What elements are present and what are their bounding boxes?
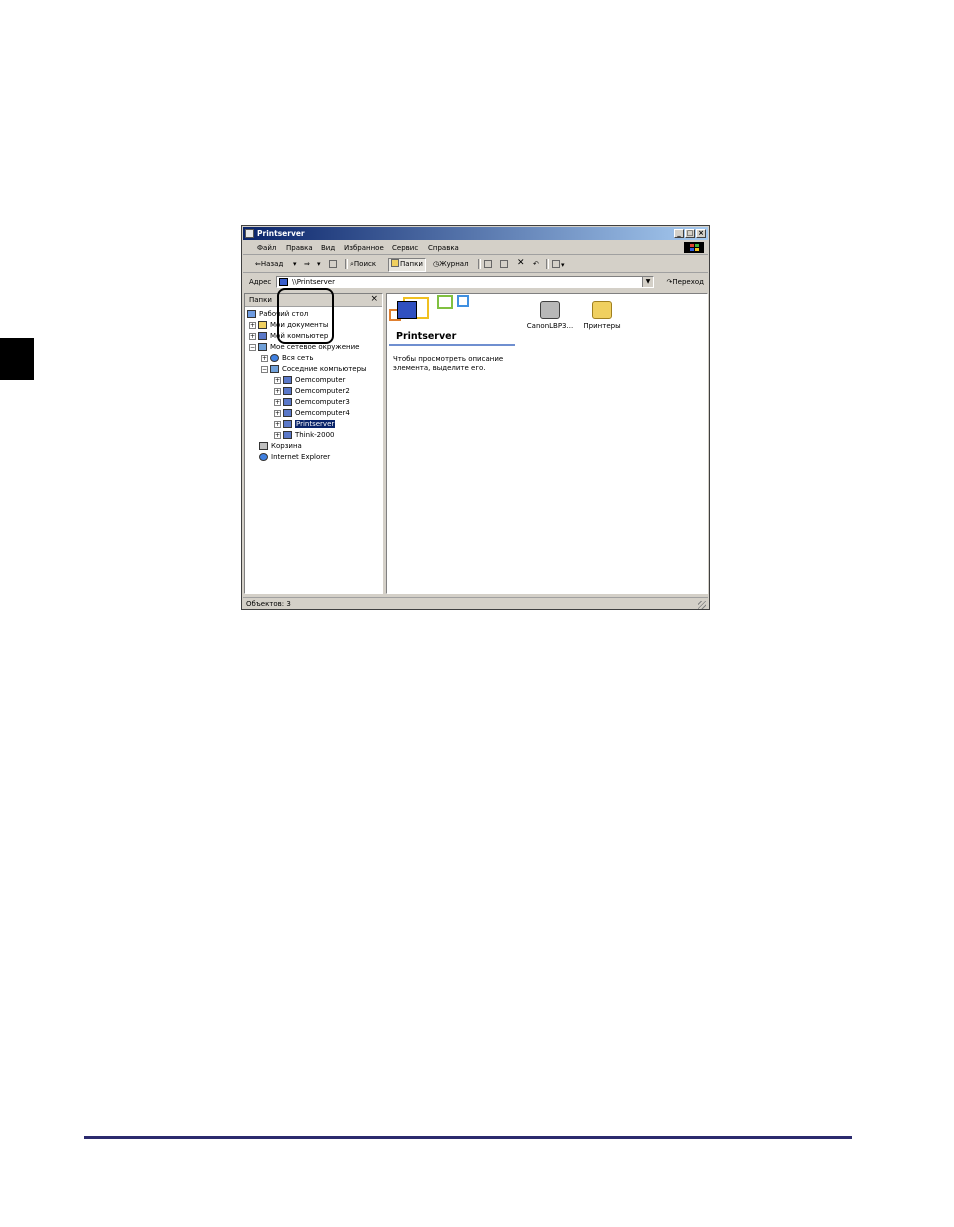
window-title: Printserver <box>257 229 305 238</box>
expand-icon[interactable]: + <box>274 387 281 395</box>
tree-item-oemcomputer2[interactable]: + Oemcomputer2 <box>274 386 350 396</box>
chapter-tab <box>0 338 34 380</box>
views-icon <box>552 260 560 268</box>
shared-printer-icon <box>540 301 560 319</box>
resize-grip-icon[interactable] <box>698 601 706 609</box>
close-button[interactable]: × <box>696 229 706 238</box>
toolbar-separator <box>546 259 549 269</box>
menu-edit[interactable]: Правка <box>286 244 313 252</box>
network-icon <box>270 365 279 373</box>
expand-icon[interactable]: + <box>274 431 281 439</box>
recycle-bin-icon <box>259 442 268 450</box>
tree-item-recycle-bin[interactable]: Корзина <box>259 441 302 451</box>
maximize-button[interactable]: □ <box>685 229 695 238</box>
up-folder-icon <box>329 260 337 268</box>
callout-highlight <box>277 288 334 344</box>
printers-folder-icon <box>592 301 612 319</box>
folders-pane-close-icon[interactable]: × <box>370 294 378 304</box>
tree-item-oemcomputer3[interactable]: + Oemcomputer3 <box>274 397 350 407</box>
delete-button[interactable]: ✕ <box>517 258 525 268</box>
tree-item-printserver[interactable]: + Printserver <box>274 419 336 429</box>
minimize-button[interactable]: _ <box>674 229 684 238</box>
folder-heading: Printserver <box>396 331 457 342</box>
forward-dropdown-icon[interactable]: ▾ <box>317 260 321 268</box>
folders-icon <box>391 259 399 267</box>
file-item-printers-folder[interactable]: Принтеры <box>575 301 629 330</box>
delete-icon: ✕ <box>517 258 525 268</box>
tree-item-internet-explorer[interactable]: Internet Explorer <box>259 452 330 462</box>
content-pane: Printserver Чтобы просмотреть описание э… <box>386 293 708 594</box>
windows-logo-icon <box>684 242 704 253</box>
folders-button[interactable]: Папки <box>388 258 426 272</box>
up-folder-button[interactable] <box>329 260 338 269</box>
tree-item-nearby-computers[interactable]: − Соседние компьютеры <box>261 364 367 374</box>
title-bar[interactable]: Printserver _ □ × <box>243 227 708 240</box>
tree-item-think-2000[interactable]: + Think-2000 <box>274 430 335 440</box>
menu-file[interactable]: Файл <box>257 244 276 252</box>
ie-icon <box>259 453 268 461</box>
explorer-window: Printserver _ □ × Файл Правка Вид Избран… <box>241 225 710 610</box>
footer-rule <box>84 1136 852 1139</box>
menu-tools[interactable]: Сервис <box>392 244 418 252</box>
file-item-canon-printer[interactable]: CanonLBP3... <box>523 301 577 330</box>
tree-item-entire-network[interactable]: + Вся сеть <box>261 353 313 363</box>
heading-underline <box>389 344 515 346</box>
address-bar: Адрес \\Printserver ▼ ↷Переход <box>243 274 708 289</box>
expand-icon[interactable]: + <box>249 321 256 329</box>
views-button[interactable]: ▾ <box>552 260 565 269</box>
address-dropdown-icon[interactable]: ▼ <box>642 277 653 287</box>
go-button[interactable]: ↷Переход <box>667 278 704 286</box>
forward-button[interactable]: ⇒ <box>304 260 310 268</box>
folder-banner <box>389 295 486 325</box>
copy-to-button[interactable] <box>500 260 509 269</box>
expand-icon[interactable]: + <box>274 409 281 417</box>
menu-view[interactable]: Вид <box>321 244 335 252</box>
computer-icon <box>283 420 292 428</box>
desktop-icon <box>247 310 256 318</box>
computer-icon <box>258 332 267 340</box>
computer-icon <box>283 409 292 417</box>
window-icon <box>245 229 254 238</box>
menu-favorites[interactable]: Избранное <box>344 244 384 252</box>
address-input[interactable]: \\Printserver ▼ <box>276 276 654 288</box>
menu-help[interactable]: Справка <box>428 244 459 252</box>
search-button[interactable]: ⌕Поиск <box>350 260 376 269</box>
move-to-icon <box>484 260 492 268</box>
expand-icon[interactable]: + <box>274 376 281 384</box>
folder-icon <box>258 321 267 329</box>
computer-icon <box>279 278 288 286</box>
computer-icon <box>283 387 292 395</box>
expand-icon[interactable]: + <box>274 420 281 428</box>
tree-item-oemcomputer[interactable]: + Oemcomputer <box>274 375 345 385</box>
collapse-icon[interactable]: − <box>261 365 268 373</box>
undo-icon: ↶ <box>533 260 539 268</box>
computer-icon <box>283 398 292 406</box>
network-icon <box>258 343 267 351</box>
back-button[interactable]: ⇐Назад <box>255 260 283 268</box>
toolbar-separator <box>345 259 348 269</box>
expand-icon[interactable]: + <box>249 332 256 340</box>
toolbar-separator <box>478 259 481 269</box>
toolbar: ⇐Назад ▾ ⇒ ▾ ⌕Поиск Папки ◷Журнал ✕ ↶ ▾ <box>243 256 708 273</box>
move-to-button[interactable] <box>484 260 493 269</box>
history-button[interactable]: ◷Журнал <box>433 260 469 268</box>
status-text: Объектов: 3 <box>246 600 291 608</box>
computer-icon <box>283 376 292 384</box>
menu-bar: Файл Правка Вид Избранное Сервис Справка <box>243 241 708 255</box>
collapse-icon[interactable]: − <box>249 343 256 351</box>
address-label: Адрес <box>249 278 272 286</box>
folder-description: Чтобы просмотреть описание элемента, выд… <box>393 355 504 372</box>
undo-button[interactable]: ↶ <box>533 260 539 268</box>
tree-item-oemcomputer4[interactable]: + Oemcomputer4 <box>274 408 350 418</box>
expand-icon[interactable]: + <box>274 398 281 406</box>
server-computer-icon <box>397 301 417 319</box>
globe-icon <box>270 354 279 362</box>
copy-to-icon <box>500 260 508 268</box>
expand-icon[interactable]: + <box>261 354 268 362</box>
folders-pane-title: Папки <box>249 296 272 304</box>
address-value: \\Printserver <box>292 278 335 286</box>
back-dropdown-icon[interactable]: ▾ <box>293 260 297 268</box>
status-bar: Объектов: 3 <box>243 597 708 610</box>
computer-icon <box>283 431 292 439</box>
